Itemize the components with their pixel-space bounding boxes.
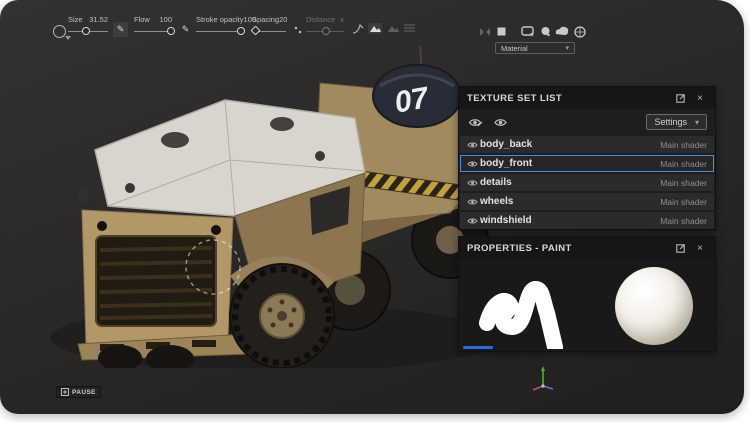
- properties-paint-header[interactable]: PROPERTIES - PAINT ×: [459, 237, 715, 259]
- texture-set-shader: Main shader: [660, 178, 707, 188]
- chevron-down-icon: ▾: [695, 118, 699, 127]
- texture-set-shader: Main shader: [660, 216, 707, 226]
- texture-set-row[interactable]: windshield Main shader: [460, 212, 714, 229]
- stencil-mountain-icon[interactable]: [386, 23, 400, 34]
- pencil-icon: ✎: [117, 24, 125, 35]
- material-sphere-preview[interactable]: [615, 267, 693, 345]
- size-label: Size: [68, 16, 83, 24]
- texture-set-list-title: TEXTURE SET LIST: [467, 93, 667, 104]
- stroke-opacity-slider[interactable]: [196, 27, 244, 35]
- texture-set-shader: Main shader: [660, 140, 707, 150]
- quick-mask-icon[interactable]: [497, 27, 506, 36]
- size-pen-pressure-button[interactable]: ✎: [113, 22, 128, 37]
- detach-panel-icon[interactable]: [673, 91, 687, 105]
- flow-slider[interactable]: [134, 27, 172, 35]
- solo-visibility-icon[interactable]: [492, 116, 508, 128]
- flow-value[interactable]: 100: [159, 16, 172, 24]
- material-picker-icon[interactable]: [574, 26, 586, 38]
- material-mode-value: Material: [501, 44, 528, 53]
- axis-gizmo-icon: [528, 364, 558, 392]
- material-mode-dropdown[interactable]: Material ▾: [495, 42, 575, 54]
- texture-set-row[interactable]: body_back Main shader: [460, 136, 714, 153]
- falloff-curve-icon[interactable]: [352, 24, 364, 34]
- page: Size 31.52 ✎ Flow 100 ✎ Stroke opacity: [0, 0, 750, 422]
- spacing-value[interactable]: 20: [279, 16, 287, 24]
- spacing-label: Spacing: [252, 16, 279, 24]
- texture-set-row[interactable]: details Main shader: [460, 174, 714, 191]
- settings-dropdown[interactable]: Settings ▾: [646, 114, 707, 130]
- spacing-slider[interactable]: [252, 27, 286, 35]
- list-icon[interactable]: [404, 23, 415, 33]
- properties-paint-panel: PROPERTIES - PAINT ×: [458, 236, 716, 352]
- chevron-down-icon: ▾: [565, 44, 569, 52]
- texture-set-row[interactable]: body_front Main shader: [460, 155, 714, 172]
- visibility-eye-icon[interactable]: [467, 179, 480, 187]
- size-slider-group: Size 31.52: [68, 16, 108, 35]
- paint-tool-icon[interactable]: [540, 26, 551, 37]
- settings-label: Settings: [654, 117, 687, 127]
- pause-label: PAUSE: [72, 389, 96, 396]
- visibility-eye-icon[interactable]: [467, 198, 480, 206]
- spacing-slider-group: Spacing 20: [252, 16, 286, 35]
- viewport-3d-model[interactable]: 07: [20, 38, 490, 368]
- texture-set-name: windshield: [480, 215, 660, 226]
- visibility-eye-icon[interactable]: [467, 160, 480, 168]
- pause-icon: [61, 388, 69, 396]
- detach-panel-icon[interactable]: [673, 241, 687, 255]
- distance-slider-group: Distance x: [306, 16, 344, 35]
- toggle-all-visibility-icon[interactable]: [467, 116, 483, 128]
- app-window: Size 31.52 ✎ Flow 100 ✎ Stroke opacity: [0, 0, 744, 414]
- properties-paint-title: PROPERTIES - PAINT: [467, 243, 667, 254]
- size-value[interactable]: 31.52: [89, 16, 108, 24]
- visibility-eye-icon[interactable]: [467, 217, 480, 225]
- texture-set-toolbar: Settings ▾: [459, 109, 715, 135]
- close-panel-icon[interactable]: ×: [693, 91, 707, 105]
- alpha-mountain-icon[interactable]: [368, 23, 382, 34]
- polygon-fill-tool-icon[interactable]: [555, 26, 569, 37]
- texture-set-shader: Main shader: [660, 159, 707, 169]
- distance-slider: [306, 27, 344, 35]
- stroke-options-dots-icon[interactable]: [294, 26, 302, 34]
- stroke-opacity-label: Stroke opacity: [196, 16, 244, 24]
- texture-set-name: body_back: [480, 139, 660, 150]
- brush-preview-icon[interactable]: [53, 25, 66, 38]
- texture-set-name: details: [480, 177, 660, 188]
- properties-paint-body: [459, 259, 715, 351]
- pencil-icon: ✎: [182, 24, 190, 35]
- projection-tool-icon[interactable]: [521, 26, 535, 37]
- flow-label: Flow: [134, 16, 150, 24]
- close-panel-icon[interactable]: ×: [693, 241, 707, 255]
- distance-value: x: [340, 16, 344, 24]
- flow-pen-pressure-button[interactable]: ✎: [178, 22, 193, 37]
- panel-scrollbar-accent[interactable]: [463, 346, 493, 349]
- symmetry-icon[interactable]: [479, 27, 491, 37]
- texture-set-rows: body_back Main shader body_front Main sh…: [459, 135, 715, 235]
- visibility-eye-icon[interactable]: [467, 141, 480, 149]
- brush-stroke-preview[interactable]: [473, 261, 593, 349]
- stroke-opacity-slider-group: Stroke opacity 100: [196, 16, 244, 35]
- texture-set-list-panel: TEXTURE SET LIST × Settings ▾: [458, 86, 716, 230]
- texture-set-shader: Main shader: [660, 197, 707, 207]
- texture-set-name: body_front: [480, 158, 660, 169]
- pause-badge[interactable]: PAUSE: [56, 386, 101, 398]
- texture-set-name: wheels: [480, 196, 660, 207]
- texture-set-list-header[interactable]: TEXTURE SET LIST ×: [459, 87, 715, 109]
- distance-label: Distance: [306, 16, 335, 24]
- texture-set-row[interactable]: wheels Main shader: [460, 193, 714, 210]
- flow-slider-group: Flow 100: [134, 16, 172, 35]
- size-slider[interactable]: [68, 27, 108, 35]
